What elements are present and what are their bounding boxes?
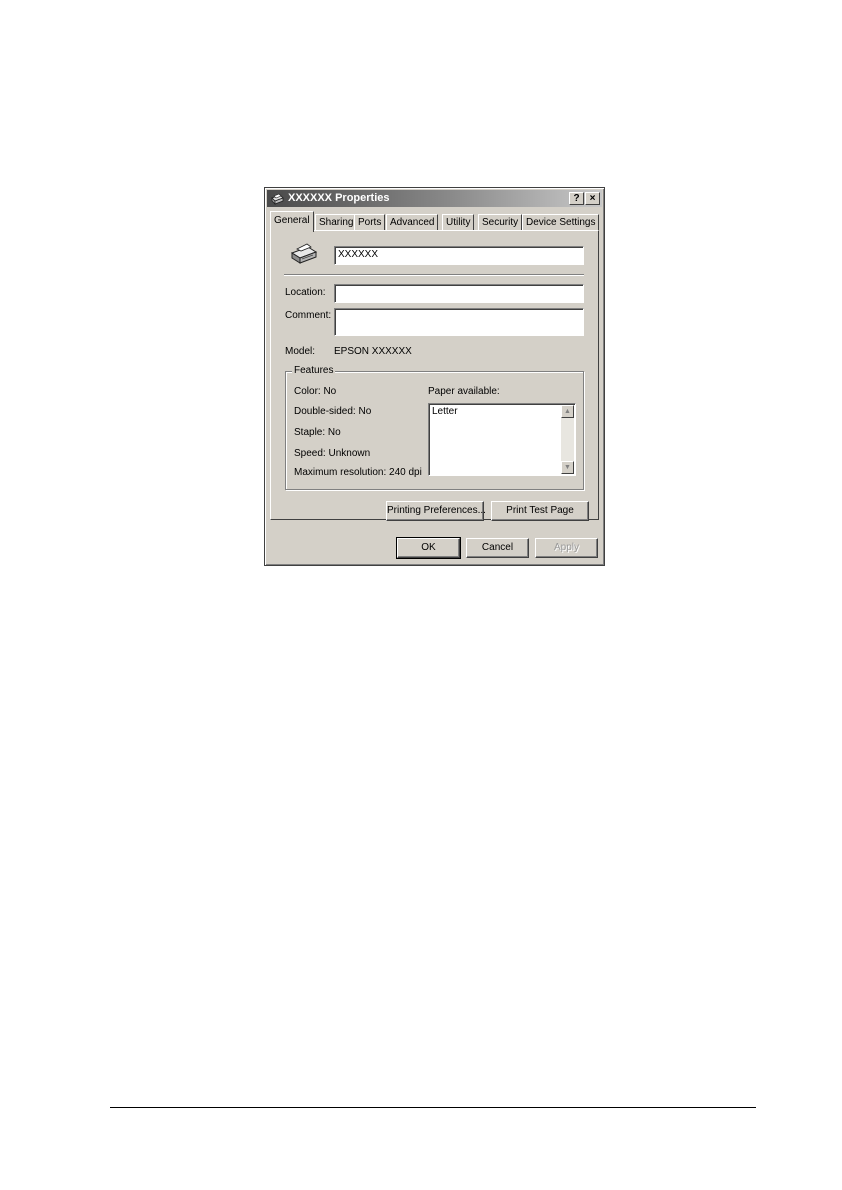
- model-label: Model:: [285, 346, 316, 357]
- paper-list[interactable]: Letter ▲ ▼: [428, 403, 576, 476]
- features-group: Features Color: No Double-sided: No Stap…: [285, 365, 584, 490]
- location-input[interactable]: [334, 284, 584, 303]
- feature-speed: Speed: Unknown: [294, 448, 371, 459]
- paper-list-scrollbar[interactable]: ▲ ▼: [561, 405, 574, 474]
- feature-double-sided: Double-sided: No: [294, 406, 372, 417]
- comment-label: Comment:: [285, 310, 332, 321]
- printing-preferences-button[interactable]: Printing Preferences...: [386, 501, 486, 521]
- cancel-button[interactable]: Cancel: [466, 538, 529, 558]
- scroll-up-icon[interactable]: ▲: [561, 405, 574, 418]
- comment-input[interactable]: [334, 308, 584, 336]
- general-tab-panel: XXXXXX Location: Comment: Model: EPSON X…: [270, 230, 599, 521]
- tab-general[interactable]: General: [270, 211, 314, 232]
- page-footer-rule: [110, 1107, 756, 1108]
- separator: [284, 274, 584, 276]
- printer-name-input[interactable]: XXXXXX: [334, 246, 584, 265]
- features-title: Features: [292, 365, 336, 376]
- location-label: Location:: [285, 287, 326, 298]
- ok-button[interactable]: OK: [396, 537, 461, 559]
- printer-icon: [290, 243, 318, 264]
- print-test-page-button[interactable]: Print Test Page: [491, 501, 589, 521]
- tab-utility[interactable]: Utility: [442, 214, 475, 231]
- model-value: EPSON XXXXXX: [334, 346, 412, 357]
- tab-sharing[interactable]: Sharing: [315, 214, 358, 231]
- tab-ports[interactable]: Ports: [354, 214, 386, 231]
- help-button[interactable]: ?: [569, 192, 584, 205]
- list-item[interactable]: Letter: [432, 406, 458, 417]
- feature-staple: Staple: No: [294, 427, 341, 438]
- tab-device-settings[interactable]: Device Settings: [522, 214, 600, 231]
- tab-security[interactable]: Security: [478, 214, 523, 231]
- paper-available-label: Paper available:: [428, 386, 500, 397]
- scroll-down-icon[interactable]: ▼: [561, 461, 574, 474]
- feature-max-resolution: Maximum resolution: 240 dpi: [294, 467, 422, 478]
- close-button[interactable]: ×: [585, 192, 600, 205]
- feature-color: Color: No: [294, 386, 337, 397]
- dialog-title: XXXXXX Properties: [288, 192, 390, 204]
- printer-icon: [271, 193, 284, 205]
- tab-advanced[interactable]: Advanced: [386, 214, 439, 231]
- printer-properties-dialog: XXXXXX Properties ? × General Sharing Po…: [264, 187, 605, 566]
- apply-button[interactable]: Apply: [535, 538, 598, 558]
- title-bar[interactable]: XXXXXX Properties ? ×: [267, 190, 602, 207]
